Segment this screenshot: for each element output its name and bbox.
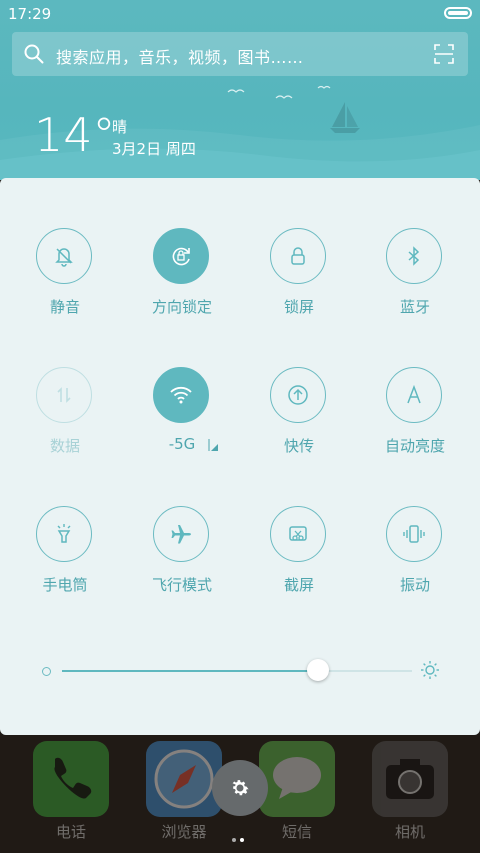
- toggle-airplane-mode[interactable]: 飞行模式: [133, 506, 233, 616]
- toggle-label: 振动: [399, 576, 430, 594]
- toggle-label: 数据: [49, 437, 80, 455]
- screenshot-icon: [270, 506, 326, 562]
- auto-brightness-icon: [386, 367, 442, 423]
- sun-icon: [421, 661, 439, 679]
- lock-icon: [270, 228, 326, 284]
- weather-date: 3月2日 周四: [112, 140, 196, 158]
- search-placeholder: 搜索应用，音乐，视频，图书……: [56, 48, 304, 67]
- signal-corner-icon: [208, 439, 218, 451]
- mobile-data-icon: [36, 367, 92, 423]
- brightness-track[interactable]: [62, 670, 412, 672]
- compass-icon[interactable]: [146, 741, 222, 817]
- settings-button[interactable]: [212, 760, 268, 816]
- gear-icon: [232, 780, 249, 796]
- vibrate-icon: [386, 506, 442, 562]
- status-bar: 17:29: [0, 0, 480, 28]
- toggle-flashlight[interactable]: 手电筒: [16, 506, 116, 616]
- brightness-slider[interactable]: [40, 658, 444, 684]
- airplane-icon: [153, 506, 209, 562]
- toggle-screenshot[interactable]: 截屏: [250, 506, 350, 616]
- dock-app-label: 电话: [55, 823, 86, 841]
- toggle-label: 静音: [49, 298, 80, 316]
- toggle-lock-screen[interactable]: 锁屏: [250, 228, 350, 338]
- temperature: 14°: [34, 108, 116, 162]
- toggle-mobile-data[interactable]: 数据: [16, 367, 116, 477]
- toggle-label: 手电筒: [42, 576, 88, 594]
- flashlight-icon: [36, 506, 92, 562]
- dock-app-label: 浏览器: [161, 823, 207, 841]
- search-bar[interactable]: 搜索应用，音乐，视频，图书……: [12, 32, 468, 76]
- toggle-label: 蓝牙: [399, 298, 430, 316]
- quick-transfer-icon: [270, 367, 326, 423]
- notification-header: 17:29 搜索应用，音乐，视频，图书…… 14° 晴 3月2日 周四: [0, 0, 480, 180]
- toggle-vibrate[interactable]: 振动: [366, 506, 466, 616]
- brightness-thumb[interactable]: [306, 659, 329, 681]
- quick-settings-panel: 静音 方向锁定 锁屏 蓝牙 数据 -5G 快传 自动亮度 手电筒 飞行模式 截屏…: [0, 178, 480, 735]
- dock-app-label: 短信: [281, 823, 312, 841]
- camera-icon[interactable]: [372, 741, 448, 817]
- toggle-label: 快传: [283, 437, 314, 455]
- brightness-fill: [62, 670, 318, 672]
- weather-condition: 晴: [112, 118, 128, 136]
- toggle-label: 截屏: [283, 576, 314, 594]
- page-indicator: [232, 827, 252, 842]
- brightness-low-icon: [42, 667, 51, 676]
- rotation-lock-icon: [153, 228, 209, 284]
- toggle-auto-brightness[interactable]: 自动亮度: [366, 367, 466, 477]
- toggle-label: 方向锁定: [151, 298, 212, 316]
- bluetooth-icon: [386, 228, 442, 284]
- status-time: 17:29: [8, 5, 52, 23]
- search-icon: [24, 44, 44, 64]
- scan-icon[interactable]: [434, 44, 454, 64]
- toggle-quick-transfer[interactable]: 快传: [250, 367, 350, 477]
- phone-icon[interactable]: [33, 741, 109, 817]
- toggle-mute[interactable]: 静音: [16, 228, 116, 338]
- toggle-rotation-lock[interactable]: 方向锁定: [133, 228, 233, 338]
- toggle-label: 自动亮度: [384, 437, 445, 455]
- wifi-icon: [153, 367, 209, 423]
- message-icon[interactable]: [259, 741, 335, 817]
- toggle-bluetooth[interactable]: 蓝牙: [366, 228, 466, 338]
- battery-icon: [444, 7, 472, 19]
- toggle-label: 飞行模式: [151, 576, 212, 594]
- toggle-label: 锁屏: [283, 298, 314, 316]
- dock-app-label: 相机: [394, 823, 425, 841]
- mute-bell-icon: [36, 228, 92, 284]
- toggle-wifi[interactable]: -5G: [133, 367, 233, 477]
